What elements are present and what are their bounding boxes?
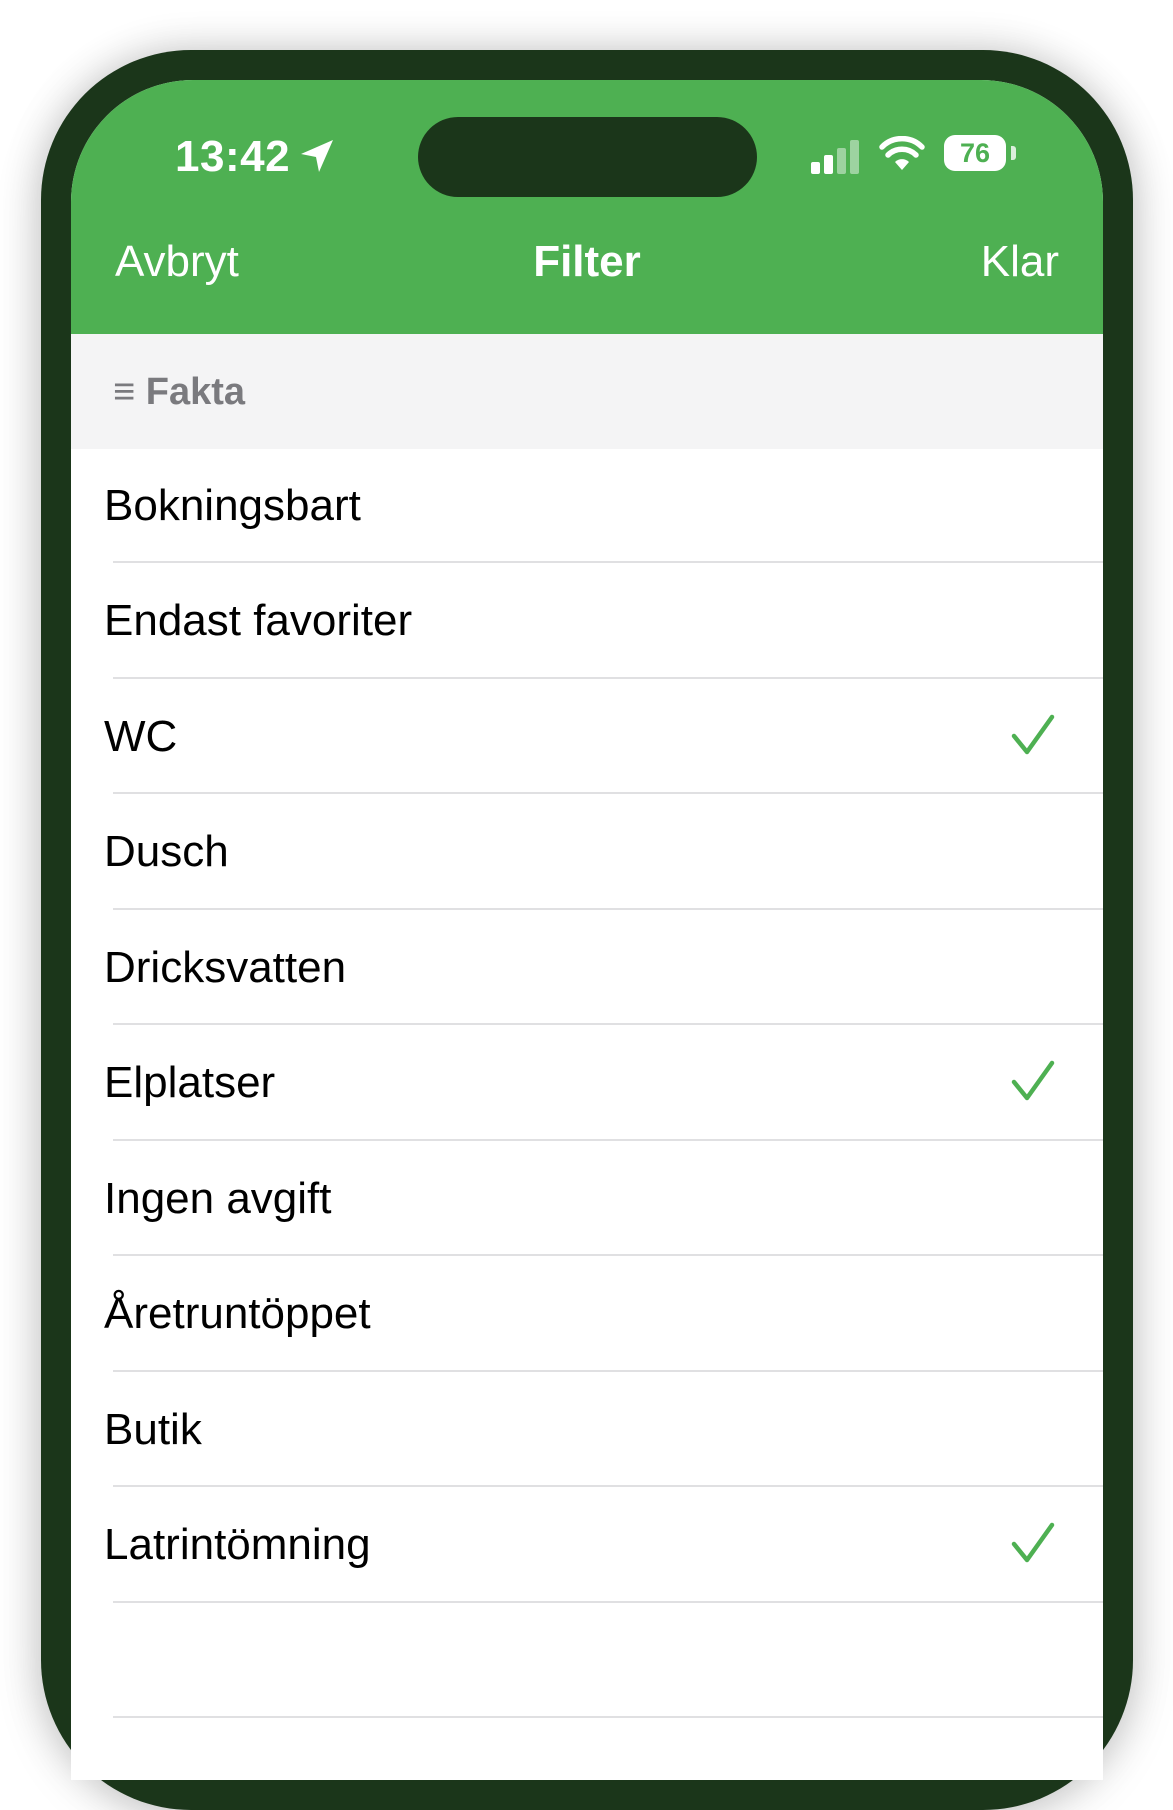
filter-row[interactable]: Elplatser	[71, 1025, 1103, 1141]
filter-row-label: Latrintömning	[104, 1520, 371, 1569]
filter-row-label: Ingen avgift	[104, 1173, 332, 1223]
filter-row-label: Bokningsbart	[104, 480, 361, 530]
cancel-button[interactable]: Avbryt	[115, 234, 239, 290]
filter-row-label: Elplatser	[104, 1058, 276, 1107]
checkmark-icon	[1011, 1060, 1055, 1101]
filter-row[interactable]: Dusch	[71, 794, 1103, 910]
menu-lines-icon: ≡	[113, 371, 136, 413]
filter-row-label: Dusch	[104, 827, 229, 876]
location-arrow-icon	[301, 140, 333, 172]
filter-row[interactable]: Butik	[71, 1372, 1103, 1487]
filter-row[interactable]: Endast favoriter	[71, 563, 1103, 679]
battery-level: 76	[959, 138, 991, 168]
filter-row-label: Åretruntöppet	[104, 1289, 371, 1338]
section-title: ≡ Fakta	[113, 364, 245, 420]
dynamic-island	[418, 117, 757, 197]
filter-row[interactable]	[71, 1603, 1103, 1718]
app-screen: 13:42 76 Filter Avbryt Klar ≡ Fakta Bokn…	[71, 80, 1103, 1780]
filter-row[interactable]: Latrintömning	[71, 1487, 1103, 1603]
filter-row[interactable]: WC	[71, 679, 1103, 794]
filter-row[interactable]: Bokningsbart	[71, 448, 1103, 563]
filter-row-label: Endast favoriter	[104, 596, 413, 645]
checkmark-icon	[1011, 1522, 1055, 1563]
filter-row-label: WC	[104, 711, 178, 761]
wifi-icon	[879, 136, 925, 170]
filter-row[interactable]: Ingen avgift	[71, 1141, 1103, 1256]
row-divider	[113, 1716, 1103, 1718]
filter-row-label: Dricksvatten	[104, 942, 347, 992]
done-button[interactable]: Klar	[981, 234, 1059, 290]
section-header-fakta: ≡ Fakta	[71, 334, 1103, 449]
filter-row[interactable]: Åretruntöppet	[71, 1256, 1103, 1372]
navigation-header: 13:42 76 Filter Avbryt Klar	[71, 80, 1103, 334]
status-time: 13:42	[175, 132, 291, 181]
checkmark-icon	[1011, 714, 1055, 754]
battery-icon: 76	[944, 135, 1006, 171]
battery-tip	[1011, 146, 1016, 160]
section-title-text: Fakta	[145, 371, 246, 413]
filter-row[interactable]: Dricksvatten	[71, 910, 1103, 1025]
signal-icon	[811, 140, 859, 174]
filter-row-label: Butik	[104, 1404, 202, 1454]
filter-list: EvenemangBokningsbartEndast favoriterWCD…	[71, 332, 1103, 1718]
